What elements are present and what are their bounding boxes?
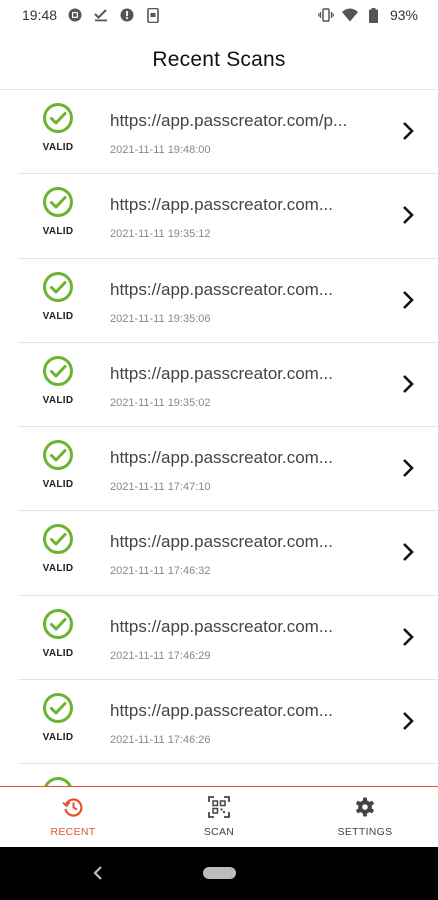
status-column (18, 776, 98, 786)
status-right: 93% (318, 7, 418, 23)
scan-timestamp: 2021-11-11 17:46:32 (110, 565, 211, 578)
download-done-icon (93, 7, 109, 23)
check-circle-icon (43, 693, 73, 724)
scan-row[interactable]: VALID https://app.passcreator.com... 202… (18, 174, 438, 259)
scan-timestamp: 2021-11-11 17:46:29 (110, 649, 211, 662)
status-label: VALID (42, 394, 74, 406)
scan-timestamp: 2021-11-11 19:35:02 (110, 396, 211, 409)
status-bar: 19:48 93% (0, 0, 438, 30)
scan-row[interactable]: VALID https://app.passcreator.com... 202… (18, 427, 438, 512)
check-circle-icon (43, 355, 73, 386)
chevron-right-icon[interactable] (400, 204, 416, 226)
scan-timestamp: 2021-11-11 19:48:00 (110, 144, 211, 156)
system-navigation-bar (0, 847, 438, 900)
scan-row[interactable]: VALID https://app.passcreator.com... 202… (18, 596, 438, 681)
wifi-icon (341, 7, 358, 23)
back-icon[interactable] (90, 864, 106, 882)
status-left: 19:48 (22, 7, 161, 23)
status-label: VALID (42, 226, 74, 238)
notification-app-icon (67, 7, 83, 23)
status-column: VALID (18, 692, 98, 743)
chevron-right-icon[interactable] (400, 373, 416, 395)
scan-timestamp: 2021-11-11 17:47:10 (110, 481, 211, 494)
scan-url: https://app.passcreator.com/p... (110, 111, 348, 130)
app-header: Recent Scans (0, 30, 438, 90)
check-circle-icon (43, 187, 73, 218)
scan-url: https://app.passcreator.com... (110, 195, 334, 215)
status-column: VALID (18, 186, 98, 237)
scan-url: https://app.passcreator.com... (110, 532, 334, 552)
nav-scan[interactable]: SCAN (146, 787, 292, 847)
clock: 19:48 (22, 7, 58, 23)
scan-row[interactable]: VALID https://app.passcreator.com... 202… (18, 259, 438, 343)
nav-recent-label: RECENT (50, 826, 96, 838)
check-circle-icon (43, 271, 73, 302)
status-column: VALID (18, 102, 98, 153)
check-circle-icon (43, 440, 73, 471)
status-label: VALID (42, 142, 74, 153)
status-column: VALID (18, 523, 98, 574)
home-button[interactable] (203, 867, 236, 879)
qr-scan-icon (208, 796, 230, 818)
chevron-right-icon[interactable] (400, 289, 416, 311)
chevron-right-icon[interactable] (400, 120, 416, 142)
status-label: VALID (42, 647, 74, 659)
scan-row[interactable]: VALID https://app.passcreator.com/p... 2… (18, 90, 438, 175)
scan-timestamp: 2021-11-11 19:35:12 (110, 228, 211, 241)
gear-icon (356, 797, 374, 817)
check-circle-icon (43, 103, 73, 133)
chevron-right-icon[interactable] (400, 626, 416, 648)
chevron-right-icon[interactable] (400, 541, 416, 563)
status-label: VALID (42, 310, 74, 322)
scan-url: https://app.passcreator.com... (110, 363, 334, 383)
check-circle-icon (43, 608, 73, 639)
battery-percent: 93% (389, 7, 418, 23)
check-circle-icon (44, 777, 72, 786)
chevron-right-icon[interactable] (400, 457, 416, 479)
scan-timestamp: 2021-11-11 19:35:06 (110, 312, 211, 325)
scan-timestamp: 2021-11-11 17:46:26 (110, 734, 211, 747)
status-column: VALID (18, 355, 98, 406)
scan-row[interactable]: VALID https://app.passcreator.com... 202… (18, 680, 438, 765)
scan-url: https://app.passcreator.com... (110, 616, 334, 636)
nav-scan-label: SCAN (203, 826, 235, 838)
status-label: VALID (42, 479, 74, 491)
check-circle-icon (43, 524, 73, 555)
status-label: VALID (42, 732, 74, 744)
bottom-nav: RECENT SCAN SETTINGS (0, 786, 438, 847)
page-title: Recent Scans (152, 47, 286, 71)
status-column: VALID (18, 271, 98, 322)
nav-settings[interactable]: SETTINGS (292, 787, 438, 847)
scan-row[interactable]: VALID https://app.passcreator.com... 202… (18, 511, 438, 596)
battery-icon (366, 7, 382, 23)
scan-row[interactable]: VALID https://app.passcreator.com... 202… (18, 343, 438, 428)
nav-recent[interactable]: RECENT (0, 787, 146, 847)
chevron-right-icon[interactable] (400, 710, 416, 732)
status-label: VALID (42, 563, 74, 575)
scan-url: https://app.passcreator.com... (110, 279, 334, 299)
phone-icon (145, 7, 161, 23)
scan-row-partial[interactable] (18, 764, 438, 786)
vibrate-icon (318, 7, 334, 23)
history-icon (62, 798, 83, 817)
scan-list[interactable]: VALID https://app.passcreator.com/p... 2… (0, 90, 438, 786)
nav-settings-label: SETTINGS (337, 826, 393, 838)
status-column: VALID (18, 608, 98, 659)
scan-url: https://app.passcreator.com... (110, 701, 334, 721)
alert-icon (119, 7, 135, 23)
scan-url: https://app.passcreator.com... (110, 448, 334, 468)
status-column: VALID (18, 439, 98, 490)
